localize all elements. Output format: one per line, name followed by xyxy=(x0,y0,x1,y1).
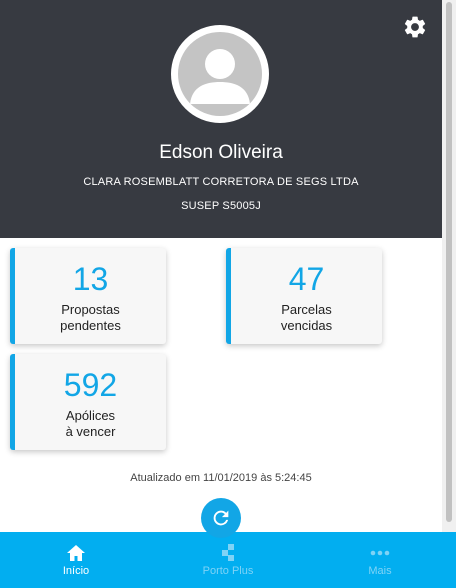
home-icon xyxy=(67,545,85,561)
user-name: Edson Oliveira xyxy=(159,142,283,163)
scrollbar-thumb[interactable] xyxy=(446,2,452,522)
bottom-navigation: Início Porto Plus Mais xyxy=(0,532,456,588)
nav-inicio[interactable]: Início xyxy=(0,532,152,588)
card-value: 47 xyxy=(288,261,325,297)
refresh-icon xyxy=(213,510,229,526)
card-value: 592 xyxy=(63,367,118,403)
card-parcelas-vencidas[interactable]: 47 Parcelas vencidas xyxy=(226,248,382,344)
gear-icon[interactable] xyxy=(402,14,428,40)
susep-code: SUSEP S5005J xyxy=(181,200,261,212)
refresh-button[interactable] xyxy=(201,498,241,538)
broker-name: CLARA ROSEMBLATT CORRETORA DE SEGS LTDA xyxy=(83,176,359,188)
nav-porto-plus[interactable]: Porto Plus xyxy=(152,532,304,588)
nav-mais[interactable]: Mais xyxy=(304,532,456,588)
profile-header: Edson Oliveira CLARA ROSEMBLATT CORRETOR… xyxy=(0,0,442,238)
card-apolices-a-vencer[interactable]: 592 Apólices à vencer xyxy=(10,354,166,450)
card-value: 13 xyxy=(72,261,109,297)
avatar xyxy=(171,25,269,123)
more-dots-icon xyxy=(370,550,390,556)
last-updated-text: Atualizado em 11/01/2019 às 5:24:45 xyxy=(130,472,312,484)
nav-label: Porto Plus xyxy=(202,565,254,577)
card-propostas-pendentes[interactable]: 13 Propostas pendentes xyxy=(10,248,166,344)
nav-label: Início xyxy=(62,565,90,577)
card-label: Apólices à vencer xyxy=(65,408,116,439)
porto-plus-icon xyxy=(222,544,234,561)
card-label: Propostas pendentes xyxy=(60,302,121,333)
nav-label: Mais xyxy=(368,565,392,577)
card-label: Parcelas vencidas xyxy=(280,302,333,333)
avatar-person-icon xyxy=(178,32,262,116)
